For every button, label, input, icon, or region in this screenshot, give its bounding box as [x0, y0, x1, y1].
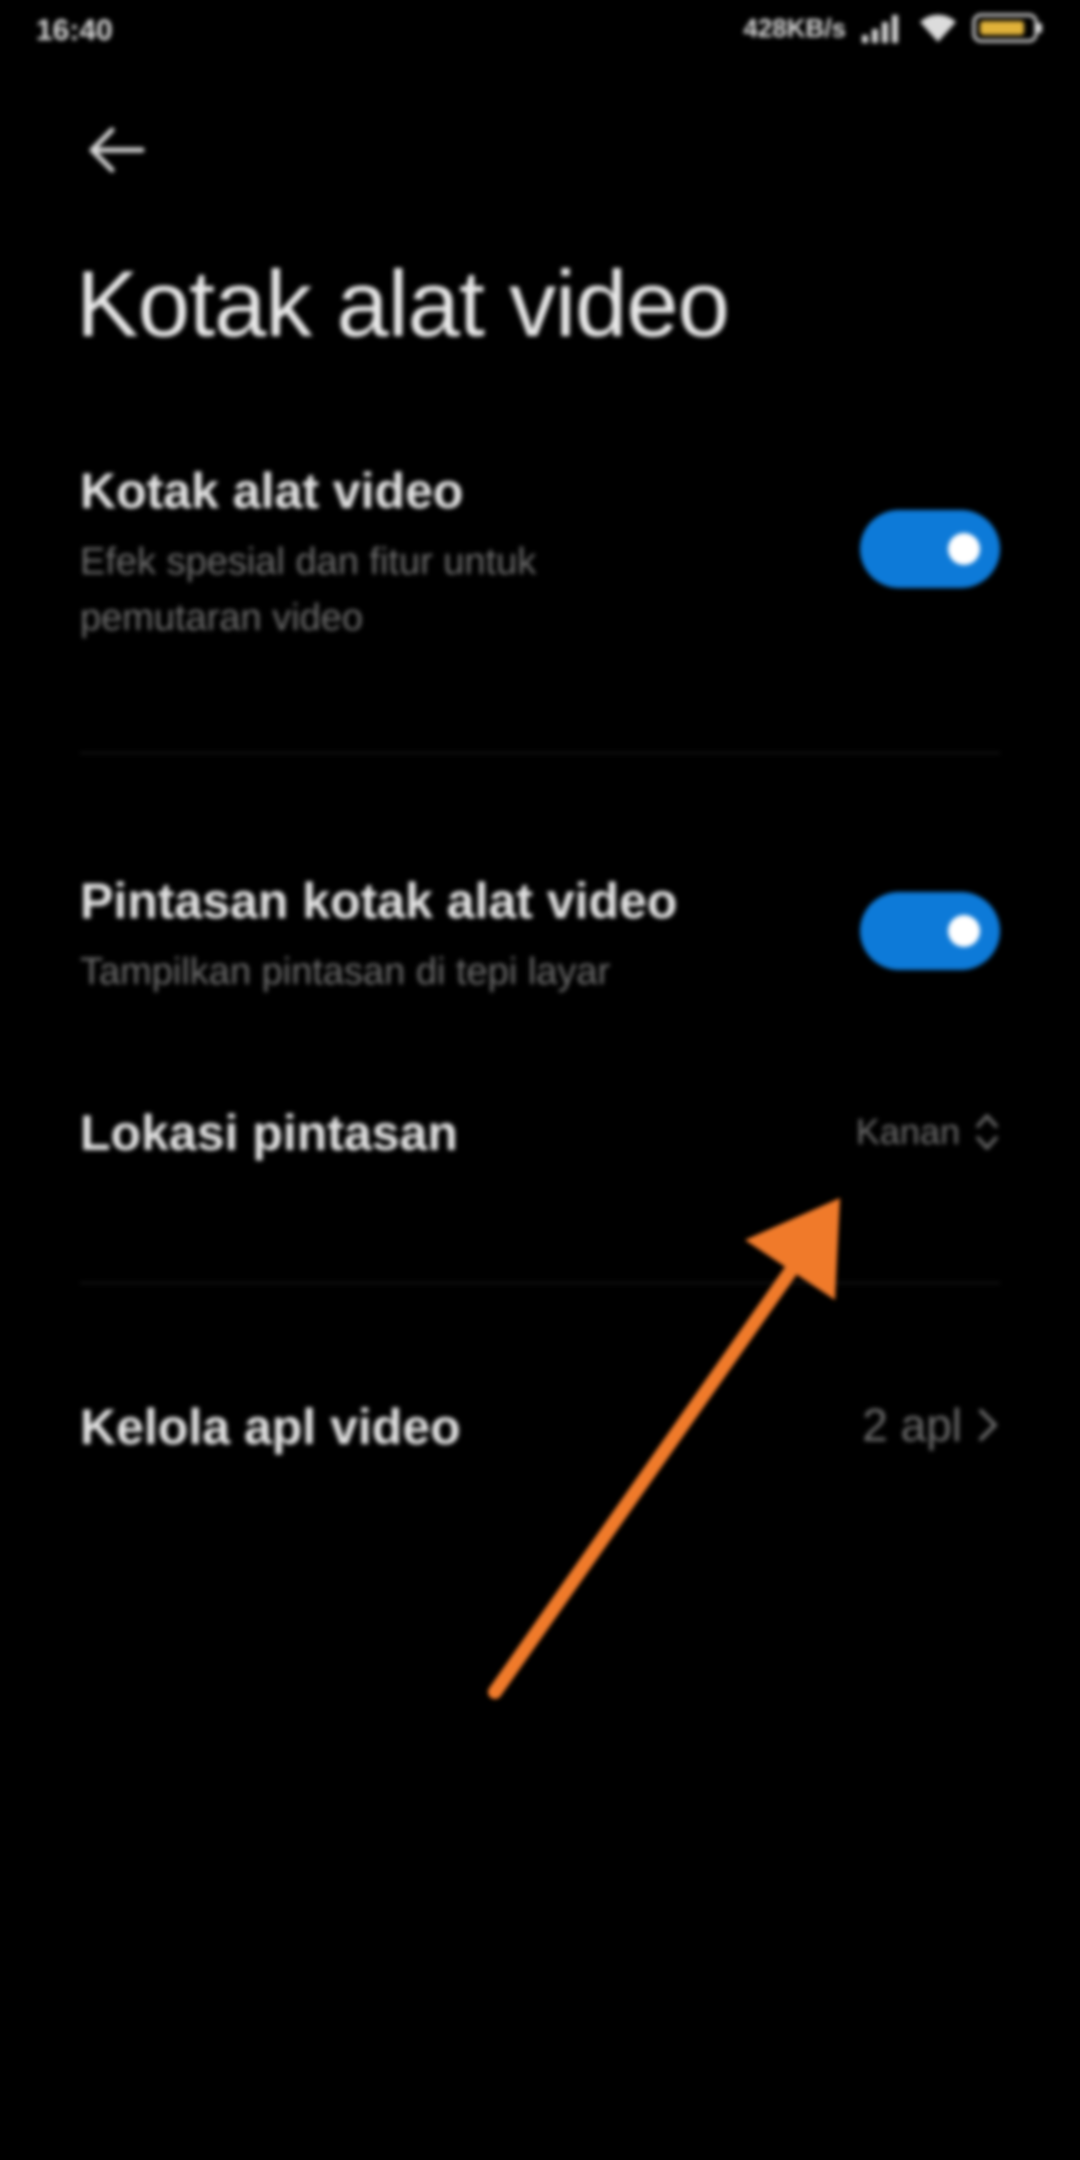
signal-icon — [862, 15, 898, 43]
wifi-icon — [920, 14, 956, 42]
toggle-knob — [948, 533, 980, 565]
manage-video-apps-title: Kelola apl video — [80, 1399, 461, 1455]
toggle-knob — [948, 915, 980, 947]
divider — [80, 752, 1000, 754]
network-speed: 428KB/s — [743, 12, 846, 43]
manage-video-apps-link[interactable]: 2 apl — [862, 1398, 1000, 1452]
shortcut-location-value: Kanan — [855, 1111, 960, 1152]
video-toolbox-title: Kotak alat video — [80, 463, 464, 519]
back-button[interactable] — [76, 110, 156, 190]
arrow-left-icon — [89, 127, 145, 173]
status-time: 16:40 — [36, 14, 113, 47]
manage-video-apps-count: 2 apl — [862, 1399, 962, 1451]
shortcut-location-selector[interactable]: Kanan — [856, 1110, 1000, 1154]
battery-icon — [972, 13, 1042, 43]
page-title: Kotak alat video — [76, 251, 730, 356]
up-down-icon — [976, 1114, 998, 1150]
screen: 16:40 428KB/s Kotak alat video Kotak ala… — [0, 0, 1080, 2160]
divider — [80, 1282, 1000, 1284]
video-toolbox-description: Efek spesial dan fitur untuk pemutaran v… — [80, 541, 537, 639]
video-toolbox-toggle[interactable] — [860, 510, 1000, 588]
shortcut-location-title: Lokasi pintasan — [80, 1105, 458, 1161]
chevron-right-icon — [979, 1409, 997, 1441]
status-icons: 428KB/s — [743, 12, 1044, 44]
shortcut-toggle[interactable] — [860, 892, 1000, 970]
shortcut-description: Tampilkan pintasan di tepi layar — [80, 951, 611, 993]
status-bar: 16:40 428KB/s — [0, 0, 1080, 70]
shortcut-title: Pintasan kotak alat video — [80, 873, 678, 929]
